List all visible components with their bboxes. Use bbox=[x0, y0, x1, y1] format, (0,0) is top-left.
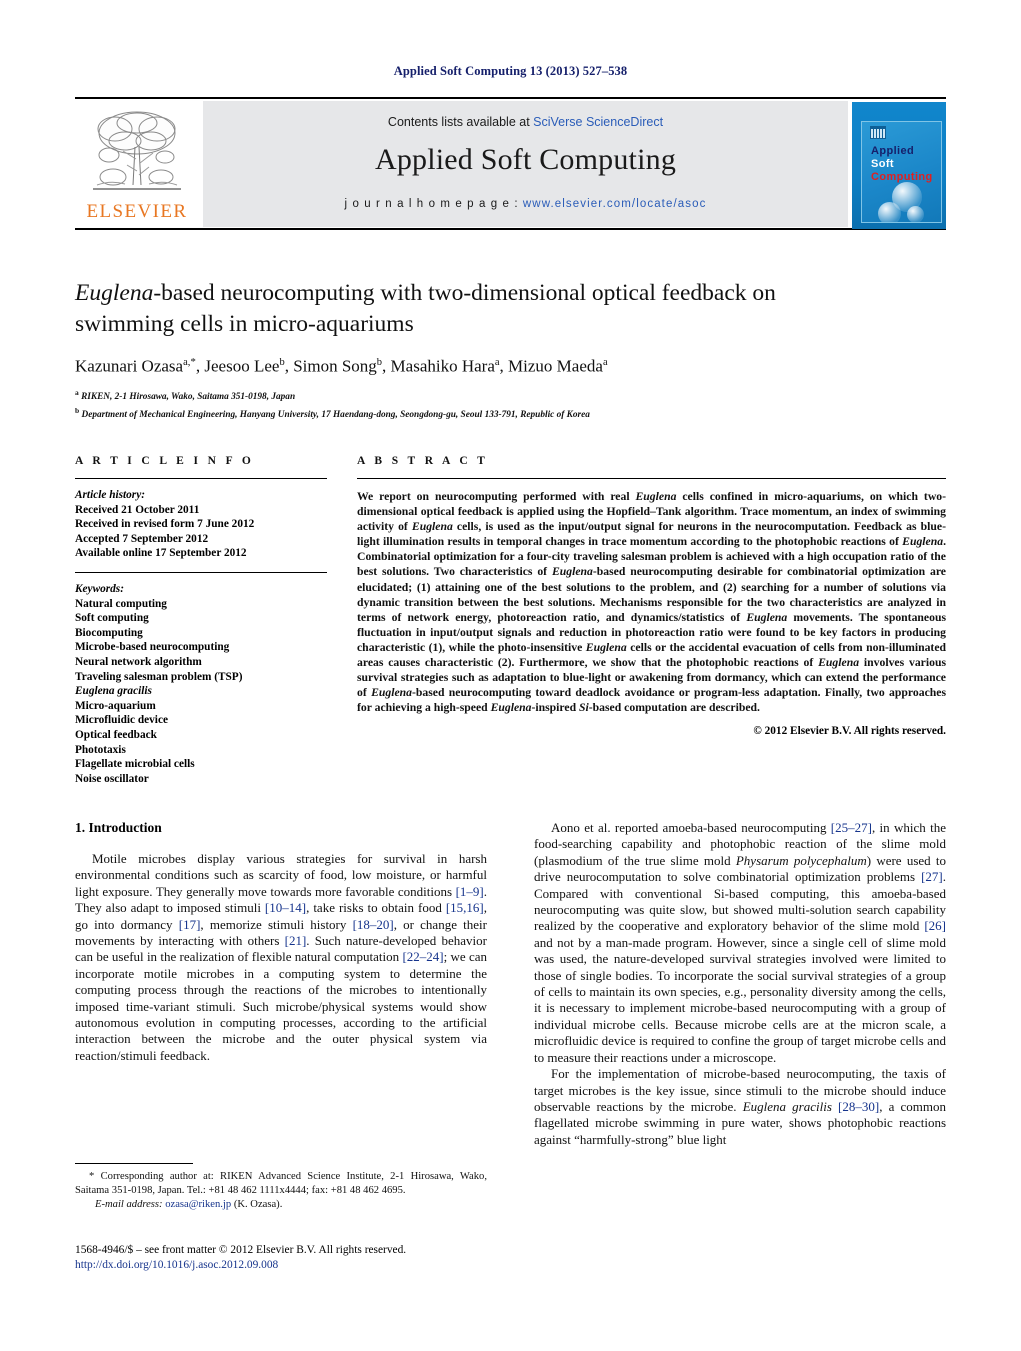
keyword-item: Neural network algorithm bbox=[75, 655, 202, 668]
article-history: Article history: Received 21 October 201… bbox=[75, 488, 327, 561]
abstract-body: We report on neurocomputing performed wi… bbox=[357, 490, 947, 715]
keyword-item: Euglena gracilis bbox=[75, 685, 152, 698]
cover-title-line2: Soft bbox=[871, 158, 894, 170]
journal-cover-thumbnail: Applied Soft Computing bbox=[852, 102, 946, 229]
title-block: Euglena-based neurocomputing with two-di… bbox=[75, 278, 875, 423]
keyword-item: Soft computing bbox=[75, 612, 149, 625]
paragraph: For the implementation of microbe-based … bbox=[534, 1066, 947, 1147]
article-info-column: A R T I C L E I N F O Article history: R… bbox=[75, 455, 327, 786]
page-title: Euglena-based neurocomputing with two-di… bbox=[75, 280, 776, 337]
history-item: Available online 17 September 2012 bbox=[75, 547, 247, 560]
paragraph: Aono et al. reported amoeba-based neuroc… bbox=[534, 820, 946, 1065]
corresponding-author-footnote: * Corresponding author at: RIKEN Advance… bbox=[75, 1163, 487, 1213]
paragraph: Motile microbes display various strategi… bbox=[75, 851, 487, 1063]
footnote-divider bbox=[75, 1163, 193, 1164]
keywords-block: Keywords: Natural computing Soft computi… bbox=[75, 582, 327, 786]
keyword-item: Noise oscillator bbox=[75, 772, 149, 785]
paper-page: Applied Soft Computing 13 (2013) 527–538 bbox=[0, 0, 1021, 1351]
history-item: Accepted 7 September 2012 bbox=[75, 532, 209, 545]
doi-link[interactable]: http://dx.doi.org/10.1016/j.asoc.2012.09… bbox=[75, 1258, 575, 1273]
cover-bubble-icon bbox=[907, 206, 924, 222]
divider bbox=[75, 571, 327, 573]
publisher-emblem-icon bbox=[870, 126, 886, 139]
masthead-band: Contents lists available at SciVerse Sci… bbox=[203, 101, 848, 227]
copyright-line: © 2012 Elsevier B.V. All rights reserved… bbox=[753, 725, 946, 738]
elsevier-logo: ELSEVIER bbox=[75, 101, 199, 229]
article-history-label: Article history: bbox=[75, 489, 145, 501]
affiliation-b-text: Department of Mechanical Engineering, Ha… bbox=[81, 410, 590, 421]
affiliations: a RIKEN, 2-1 Hirosawa, Wako, Saitama 351… bbox=[75, 386, 875, 423]
contents-available-line: Contents lists available at SciVerse Sci… bbox=[203, 115, 848, 129]
affiliation-a-text: RIKEN, 2-1 Hirosawa, Wako, Saitama 351-0… bbox=[81, 391, 296, 402]
imprint-block: 1568-4946/$ – see front matter © 2012 El… bbox=[75, 1243, 575, 1273]
divider bbox=[75, 478, 327, 479]
journal-title: Applied Soft Computing bbox=[374, 143, 677, 176]
divider bbox=[357, 478, 946, 479]
elsevier-wordmark: ELSEVIER bbox=[86, 201, 188, 222]
history-item: Received 21 October 2011 bbox=[75, 503, 200, 516]
keyword-item: Flagellate microbial cells bbox=[75, 758, 195, 771]
section-heading-introduction: 1. Introduction bbox=[75, 820, 162, 835]
homepage-url[interactable]: www.elsevier.com/locate/asoc bbox=[523, 198, 707, 210]
cover-title-line3: Computing bbox=[871, 171, 933, 183]
keyword-item: Phototaxis bbox=[75, 743, 126, 756]
affiliation-b: b Department of Mechanical Engineering, … bbox=[75, 406, 590, 421]
elsevier-tree-icon bbox=[93, 111, 181, 190]
keyword-item: Optical feedback bbox=[75, 728, 157, 741]
issn-copyright-line: 1568-4946/$ – see front matter © 2012 El… bbox=[75, 1244, 407, 1256]
keyword-item: Microfluidic device bbox=[75, 714, 168, 727]
keywords-label: Keywords: bbox=[75, 582, 124, 595]
keyword-item: Biocomputing bbox=[75, 626, 143, 639]
cover-title-line1: Applied bbox=[871, 145, 915, 157]
keyword-item: Microbe-based neurocomputing bbox=[75, 641, 230, 654]
abstract-column: A B S T R A C T We report on neurocomput… bbox=[357, 455, 946, 737]
contents-prefix: Contents lists available at bbox=[387, 115, 534, 129]
homepage-label: j o u r n a l h o m e p a g e : bbox=[344, 198, 523, 210]
sciencedirect-link[interactable]: SciVerse ScienceDirect bbox=[533, 115, 663, 129]
journal-cover-inner: Applied Soft Computing bbox=[861, 121, 942, 223]
affiliation-a: a RIKEN, 2-1 Hirosawa, Wako, Saitama 351… bbox=[75, 387, 296, 402]
keyword-item: Natural computing bbox=[75, 597, 167, 610]
cover-bubble-icon bbox=[878, 202, 901, 222]
journal-masthead: ELSEVIER Contents lists available at Sci… bbox=[75, 97, 946, 230]
abstract-heading: A B S T R A C T bbox=[357, 455, 489, 467]
article-info-heading: A R T I C L E I N F O bbox=[75, 455, 255, 467]
keyword-item: Traveling salesman problem (TSP) bbox=[75, 670, 243, 683]
keyword-item: Micro-aquarium bbox=[75, 699, 156, 712]
running-head: Applied Soft Computing 13 (2013) 527–538 bbox=[393, 64, 628, 78]
author-list: Kazunari Ozasaa,*, Jeesoo Leeb, Simon So… bbox=[75, 356, 608, 376]
body-column-right: Aono et al. reported amoeba-based neuroc… bbox=[534, 820, 946, 1148]
body-column-left: 1. Introduction Motile microbes display … bbox=[75, 820, 487, 1064]
footnote-text: * Corresponding author at: RIKEN Advance… bbox=[75, 1171, 487, 1211]
history-item: Received in revised form 7 June 2012 bbox=[75, 518, 255, 531]
journal-homepage-line: j o u r n a l h o m e p a g e : www.else… bbox=[203, 198, 848, 210]
